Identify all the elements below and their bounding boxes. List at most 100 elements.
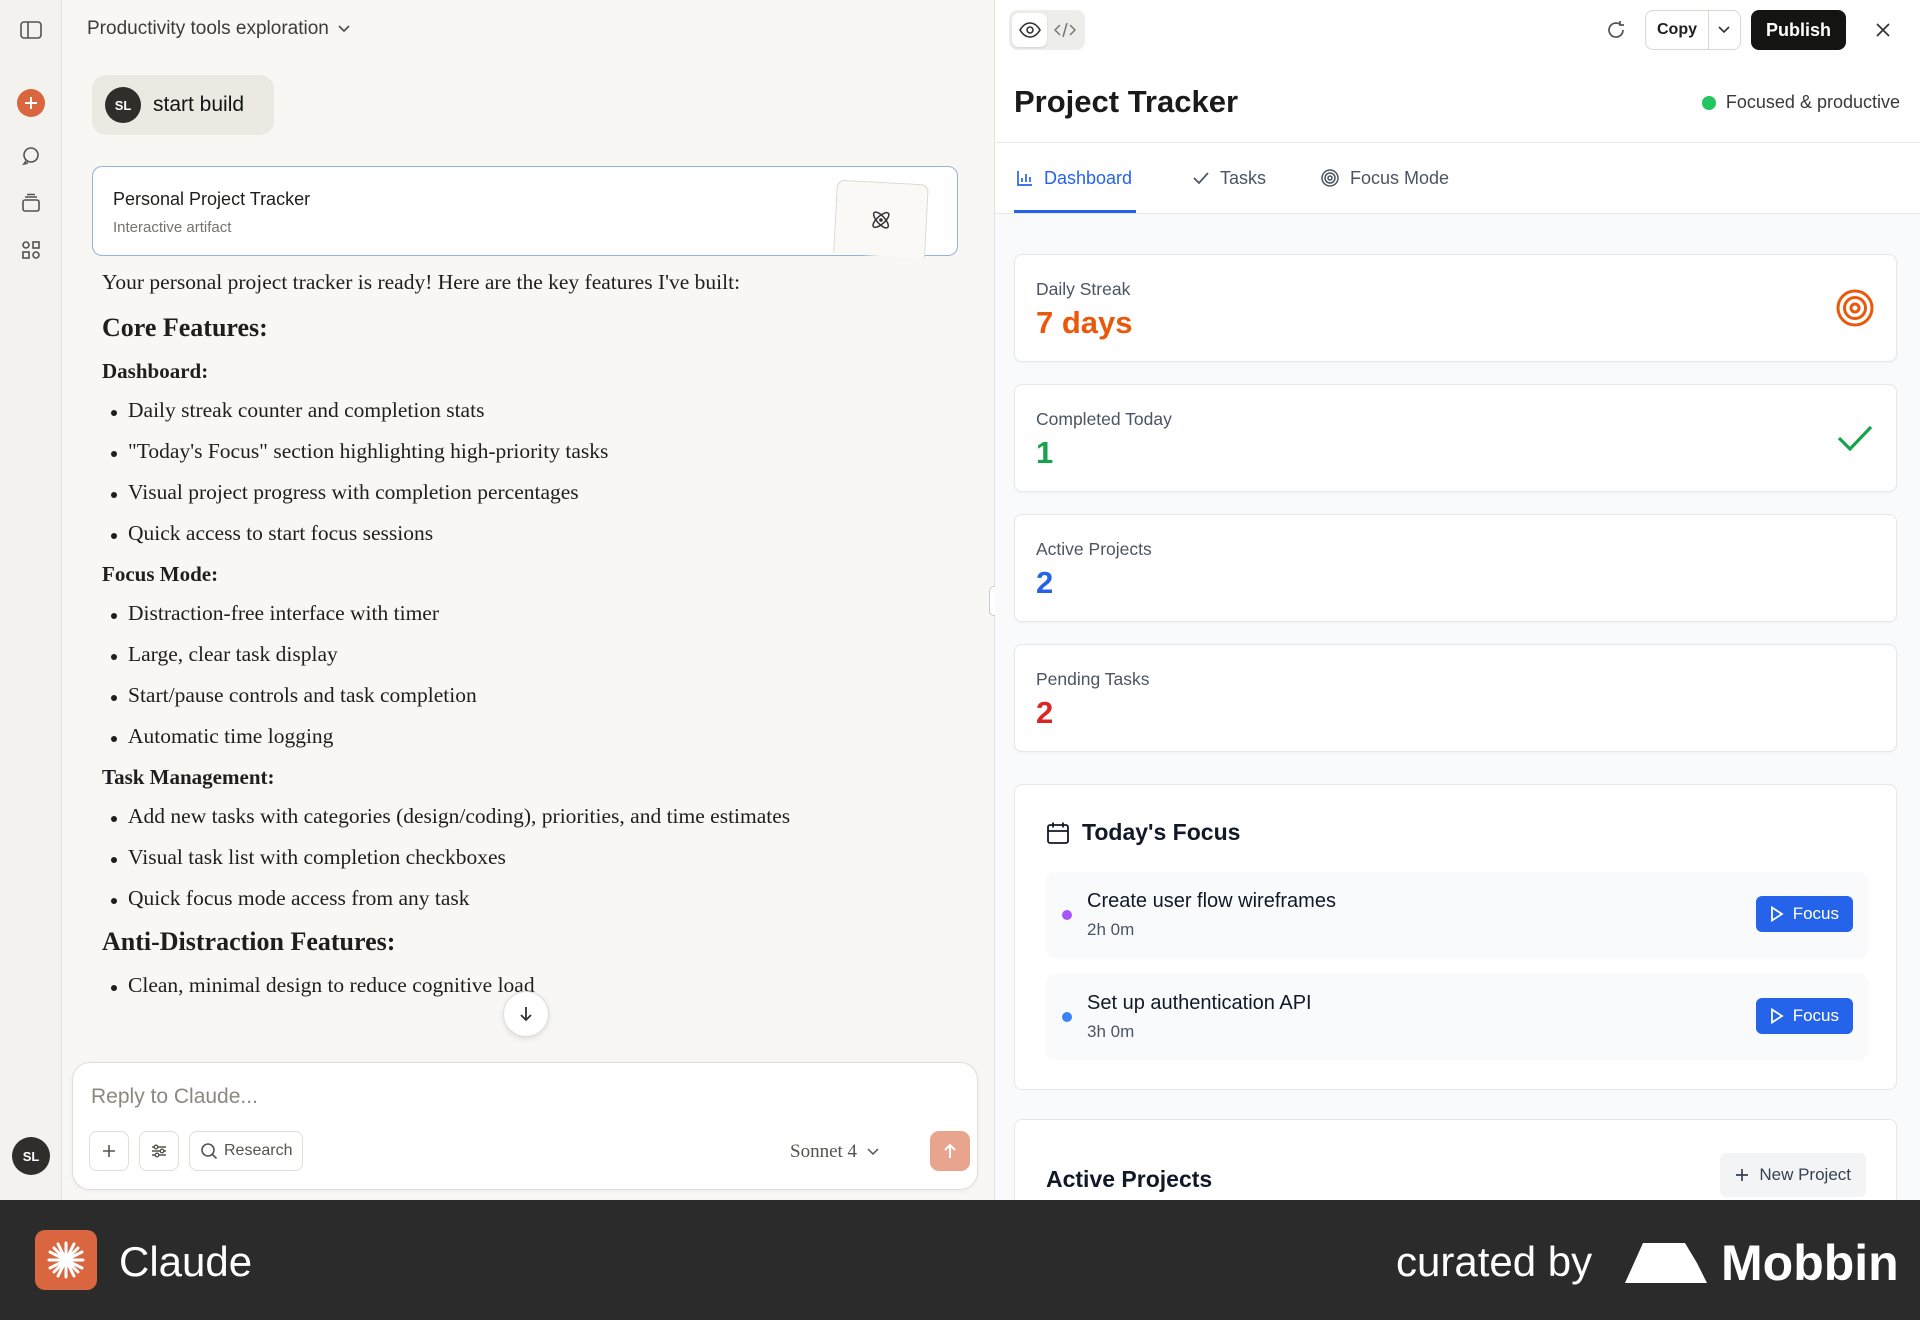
bullet-list: Add new tasks with categories (design/co… (102, 804, 962, 911)
list-item: Quick focus mode access from any task (102, 886, 962, 911)
response-heading: Anti-Distraction Features: (102, 927, 396, 956)
list-item: Visual task list with completion checkbo… (102, 845, 962, 870)
check-icon (1834, 417, 1876, 459)
mobbin-text: Mobbin (1721, 1235, 1899, 1291)
bullet-list: Daily streak counter and completion stat… (102, 398, 962, 546)
list-item: Start/pause controls and task completion (102, 683, 962, 708)
sidebar-toggle-icon[interactable] (16, 15, 46, 45)
tab-bar: Dashboard Tasks Focus Mode (995, 142, 1920, 214)
scroll-to-bottom-button[interactable] (503, 991, 549, 1037)
list-item: Daily streak counter and completion stat… (102, 398, 962, 423)
status-text: Focused & productive (1725, 92, 1900, 112)
view-toggle (1009, 10, 1085, 50)
chevron-down-icon (338, 25, 350, 33)
list-item: Automatic time logging (102, 724, 962, 749)
panel-toolbar: Copy Publish (1597, 10, 1902, 50)
target-icon (1321, 169, 1339, 187)
stat-label: Completed Today (1036, 409, 1172, 429)
todays-focus-title: Today's Focus (1082, 819, 1241, 845)
close-icon (1876, 23, 1890, 37)
new-chat-icon[interactable] (17, 89, 45, 117)
attach-button[interactable] (89, 1131, 129, 1171)
message-composer: Reply to Claude... Research Sonnet 4 (72, 1062, 978, 1190)
reply-input[interactable]: Reply to Claude... (91, 1085, 258, 1109)
status-dot (1701, 95, 1716, 110)
tab-label: Focus Mode (1350, 167, 1450, 188)
artifact-thumbnail (833, 179, 929, 259)
bar-chart-icon (1017, 171, 1032, 186)
active-projects-card: Active Projects New Project (1014, 1119, 1897, 1200)
new-project-label: New Project (1759, 1165, 1851, 1184)
footer-banner: Claude curated by Mobbin (0, 1200, 1920, 1320)
focus-task-item: Set up authentication API 3h 0m Focus (1046, 974, 1868, 1060)
preview-toggle[interactable] (1012, 13, 1047, 47)
sliders-icon (152, 1144, 166, 1158)
category-dot (1062, 910, 1072, 920)
artifact-panel: Copy Publish Project Tracker Focused & p… (995, 0, 1920, 1200)
stat-value: 2 (1036, 565, 1054, 600)
section-title: Dashboard: (102, 359, 209, 383)
artifact-title: Personal Project Tracker (113, 189, 311, 209)
list-item: "Today's Focus" section highlighting hig… (102, 439, 962, 464)
bullet-list: Distraction-free interface with timer La… (102, 601, 962, 749)
category-dot (1062, 1012, 1072, 1022)
focus-button[interactable]: Focus (1755, 998, 1853, 1034)
play-icon (1770, 1008, 1784, 1024)
task-time: 2h 0m (1087, 920, 1135, 939)
send-button[interactable] (930, 1131, 970, 1171)
artifact-card[interactable]: Personal Project Tracker Interactive art… (92, 166, 958, 259)
close-button[interactable] (1864, 11, 1902, 49)
focus-task-item: Create user flow wireframes 2h 0m Focus (1046, 872, 1868, 958)
copy-options-button[interactable] (1707, 11, 1740, 49)
model-selector[interactable]: Sonnet 4 (790, 1141, 879, 1163)
plus-icon (103, 1145, 115, 1157)
copy-button-group: Copy (1644, 10, 1741, 50)
chevron-down-icon (867, 1148, 879, 1156)
copy-button[interactable]: Copy (1646, 11, 1708, 49)
stat-value: 1 (1036, 435, 1054, 470)
user-message-avatar: SL (105, 87, 141, 123)
claude-brand: Claude (119, 1238, 253, 1285)
plus-icon (1736, 1169, 1749, 1181)
projects-icon[interactable] (16, 188, 46, 218)
list-item: Large, clear task display (102, 642, 962, 667)
refresh-icon (1608, 21, 1624, 38)
mobbin-logo: Mobbin (1625, 1234, 1899, 1292)
tab-dashboard[interactable]: Dashboard (1014, 143, 1137, 213)
tab-tasks[interactable]: Tasks (1192, 143, 1266, 213)
tab-focus-mode[interactable]: Focus Mode (1320, 143, 1449, 213)
stat-label: Daily Streak (1036, 279, 1131, 299)
section-title: Task Management: (102, 765, 275, 789)
user-avatar[interactable]: SL (12, 1137, 50, 1175)
research-button[interactable]: Research (189, 1131, 304, 1171)
status-indicator: Focused & productive (1701, 92, 1900, 113)
stat-card-active-projects: Active Projects 2 (1014, 514, 1897, 622)
conversation-title-text: Productivity tools exploration (87, 18, 329, 39)
refresh-button[interactable] (1597, 11, 1635, 49)
task-time: 3h 0m (1087, 1022, 1135, 1041)
model-name: Sonnet 4 (790, 1141, 858, 1162)
focus-button[interactable]: Focus (1755, 896, 1853, 932)
code-toggle[interactable] (1047, 13, 1082, 47)
list-item: Add new tasks with categories (design/co… (102, 804, 962, 829)
new-project-button[interactable]: New Project (1720, 1153, 1866, 1197)
focus-button-label: Focus (1792, 1006, 1839, 1025)
assistant-response: Your personal project tracker is ready! … (102, 270, 962, 1014)
stat-value: 7 days (1036, 305, 1133, 340)
artifacts-icon[interactable] (16, 235, 46, 265)
curated-by-text: curated by (1396, 1238, 1593, 1285)
task-name: Create user flow wireframes (1087, 890, 1336, 912)
claude-logo (35, 1230, 97, 1290)
check-icon (1193, 172, 1209, 185)
publish-button[interactable]: Publish (1750, 10, 1846, 50)
task-name: Set up authentication API (1087, 992, 1312, 1014)
chevron-down-icon (1718, 26, 1731, 34)
conversation-title[interactable]: Productivity tools exploration (87, 18, 351, 40)
play-icon (1770, 906, 1784, 922)
chats-icon[interactable] (16, 141, 46, 171)
stat-card-completed: Completed Today 1 (1014, 384, 1897, 492)
app-title: Project Tracker (1014, 84, 1239, 119)
tools-button[interactable] (139, 1131, 179, 1171)
eye-icon (1018, 22, 1041, 38)
todays-focus-header: Today's Focus (1046, 819, 1240, 846)
